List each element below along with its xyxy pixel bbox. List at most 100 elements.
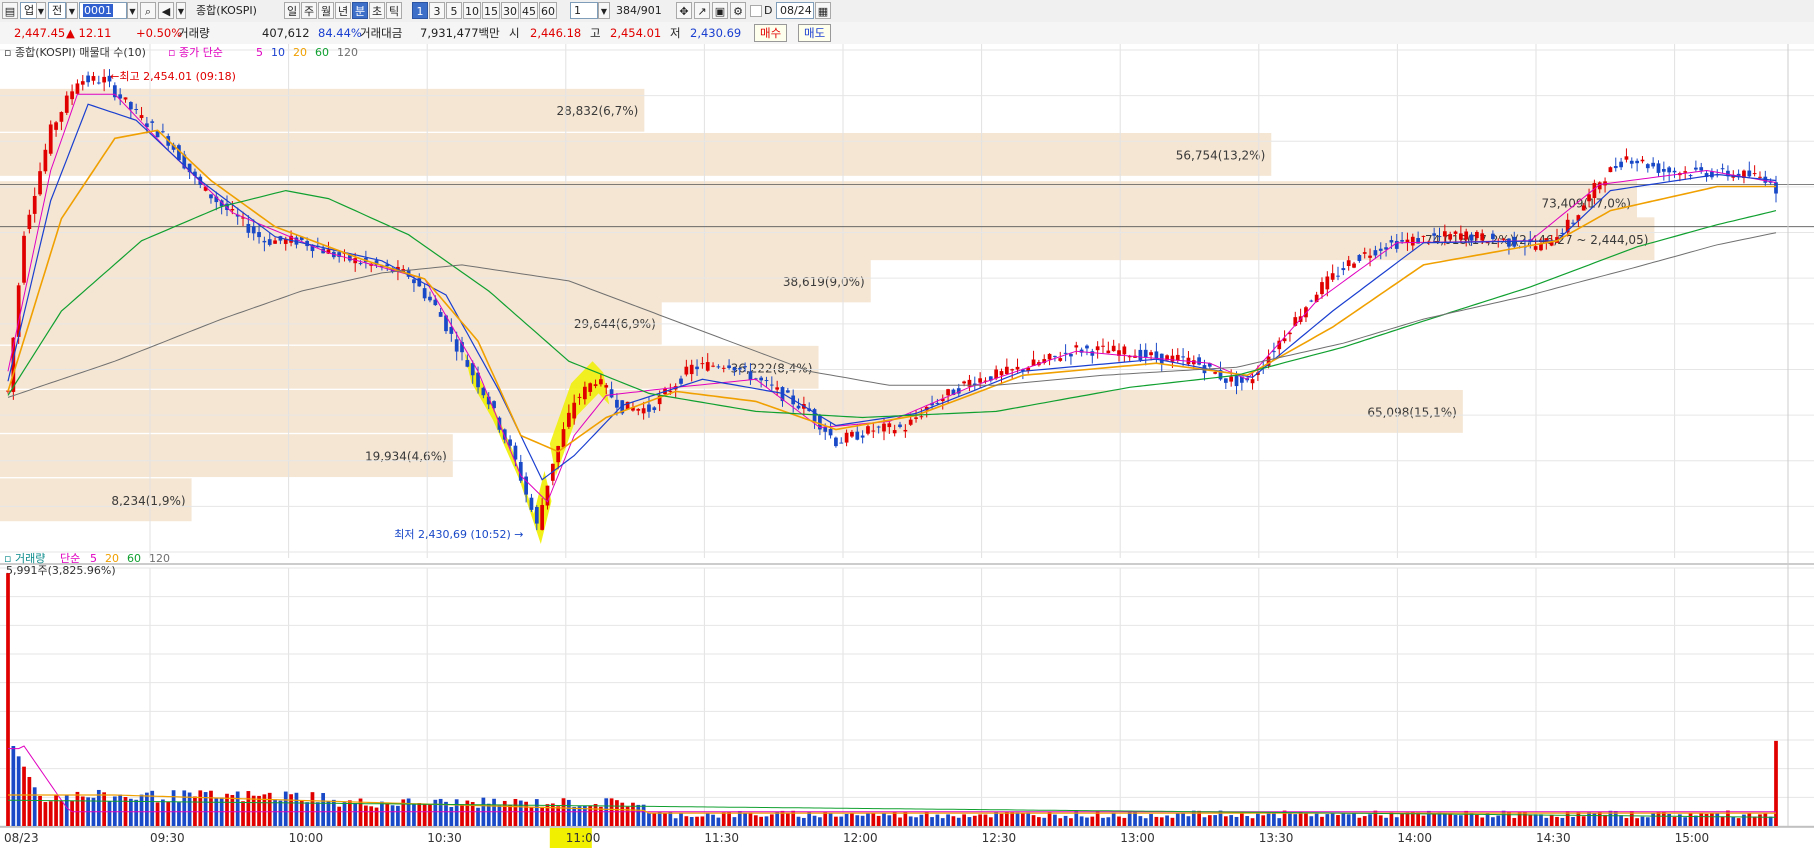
volume-bar (246, 791, 251, 826)
candle-body (727, 365, 731, 369)
candle-body (251, 226, 256, 234)
interval-button-5[interactable]: 5 (446, 2, 462, 19)
volume-bar (1549, 814, 1554, 826)
code-input[interactable]: 0001 (79, 2, 127, 19)
speaker-icon[interactable]: ◀ (158, 2, 174, 19)
candle-body (1047, 353, 1052, 360)
candle-body (866, 426, 870, 434)
code-dropdown-arrow-icon[interactable]: ▼ (127, 2, 138, 19)
interval-button-30[interactable]: 30 (501, 2, 519, 19)
period-tab-2[interactable]: 월 (318, 2, 334, 19)
volume-bar (1651, 813, 1656, 826)
volume-bar (1645, 817, 1650, 826)
candle-body (572, 402, 577, 419)
x-tick-label: 11:30 (704, 831, 739, 845)
volume-bar (1304, 812, 1308, 826)
interval-button-15[interactable]: 15 (482, 2, 500, 19)
volume-bar (128, 798, 133, 826)
candle-body (1699, 167, 1704, 171)
candle-body (529, 497, 534, 510)
period-tab-3[interactable]: 년 (335, 2, 351, 19)
candle-body (871, 430, 876, 432)
settings-gear-icon[interactable]: ⚙ (730, 2, 746, 19)
volume-bar (476, 807, 480, 826)
candle-body (785, 390, 790, 393)
candle-body (1448, 234, 1453, 240)
volume-bar (550, 803, 555, 826)
x-tick-label: 11:00 (566, 831, 601, 845)
market-dropdown-arrow-icon[interactable]: ▼ (36, 2, 46, 19)
candle-body (876, 426, 881, 428)
volume-bar (844, 813, 849, 826)
volume-bar (1747, 812, 1752, 826)
save-icon[interactable]: ▣ (712, 2, 728, 19)
volume-bar (32, 787, 37, 826)
buy-button[interactable]: 매수 (754, 24, 788, 42)
volume-bar (412, 804, 416, 826)
candle-body (844, 432, 849, 443)
candle-body (1336, 275, 1340, 277)
interval-button-10[interactable]: 10 (463, 2, 481, 19)
candle-body (32, 195, 37, 214)
ma-legend-period: 60 (315, 46, 329, 59)
interval-input[interactable]: 1 (570, 2, 598, 19)
candle-body (91, 76, 96, 81)
candle-body (566, 412, 571, 427)
volume-bar (107, 800, 112, 826)
volume-bar (1330, 812, 1335, 826)
window-menu-icon[interactable]: ▤ (2, 2, 18, 19)
candle-body (1720, 168, 1725, 170)
speaker-dropdown-icon[interactable]: ▼ (176, 2, 186, 19)
x-tick-label: 14:30 (1536, 831, 1571, 845)
search-icon[interactable]: ⌕ (140, 2, 156, 19)
volume-bar (775, 811, 780, 826)
sell-button[interactable]: 매도 (798, 24, 832, 42)
volume-profile-bar (0, 301, 662, 345)
volume-bar (235, 791, 240, 826)
interval-button-60[interactable]: 60 (539, 2, 557, 19)
volume-bar (428, 804, 432, 826)
trend-tool-icon[interactable]: ↗ (694, 2, 710, 19)
crosshair-icon[interactable]: ✥ (676, 2, 692, 19)
volume-bar (1207, 815, 1212, 826)
interval-button-45[interactable]: 45 (520, 2, 538, 19)
period-tab-4[interactable]: 분 (352, 2, 368, 19)
interval-button-1[interactable]: 1 (412, 2, 428, 19)
candle-body (1004, 366, 1009, 375)
period-tab-1[interactable]: 주 (301, 2, 317, 19)
candle-body (946, 389, 950, 396)
period-tab-5[interactable]: 초 (369, 2, 385, 19)
main-legend: ▫ 종합(KOSPI) 매물대 수(10) (4, 46, 146, 59)
period-dropdown[interactable]: 전 (48, 2, 66, 19)
volume-bar (572, 806, 577, 826)
candle-body (1111, 345, 1116, 352)
d-checkbox[interactable] (750, 5, 762, 17)
interval-dropdown-icon[interactable]: ▼ (598, 2, 610, 19)
date-input[interactable]: 08/24 (776, 2, 814, 19)
volume-bar (940, 818, 945, 826)
volume-bar (1442, 813, 1447, 826)
volume-bar (951, 816, 956, 826)
period-tab-0[interactable]: 일 (284, 2, 300, 19)
volume-bar (593, 803, 598, 826)
price-chart[interactable]: 28,832(6,7%)56,754(13,2%)73,409(17,0%)74… (0, 44, 1814, 854)
calendar-icon[interactable]: ▦ (815, 2, 831, 19)
volume-bar (759, 816, 763, 826)
candle-body (1058, 358, 1063, 361)
volume-bar (1266, 811, 1271, 826)
candle-body (273, 240, 277, 244)
volume-bar (529, 806, 534, 826)
x-tick-label: 13:00 (1120, 831, 1155, 845)
volume-bar (273, 799, 277, 826)
candle-body (898, 424, 902, 428)
ma-legend-period: 120 (337, 46, 358, 59)
volume-bar (1213, 815, 1218, 826)
volume-bar (54, 794, 58, 826)
interval-button-3[interactable]: 3 (429, 2, 445, 19)
period-dropdown-arrow-icon[interactable]: ▼ (66, 2, 78, 19)
period-tab-6[interactable]: 틱 (386, 2, 402, 19)
candle-body (764, 380, 769, 382)
volume-bar (1288, 812, 1292, 826)
candle-body (732, 367, 737, 371)
candle-body (230, 209, 235, 211)
